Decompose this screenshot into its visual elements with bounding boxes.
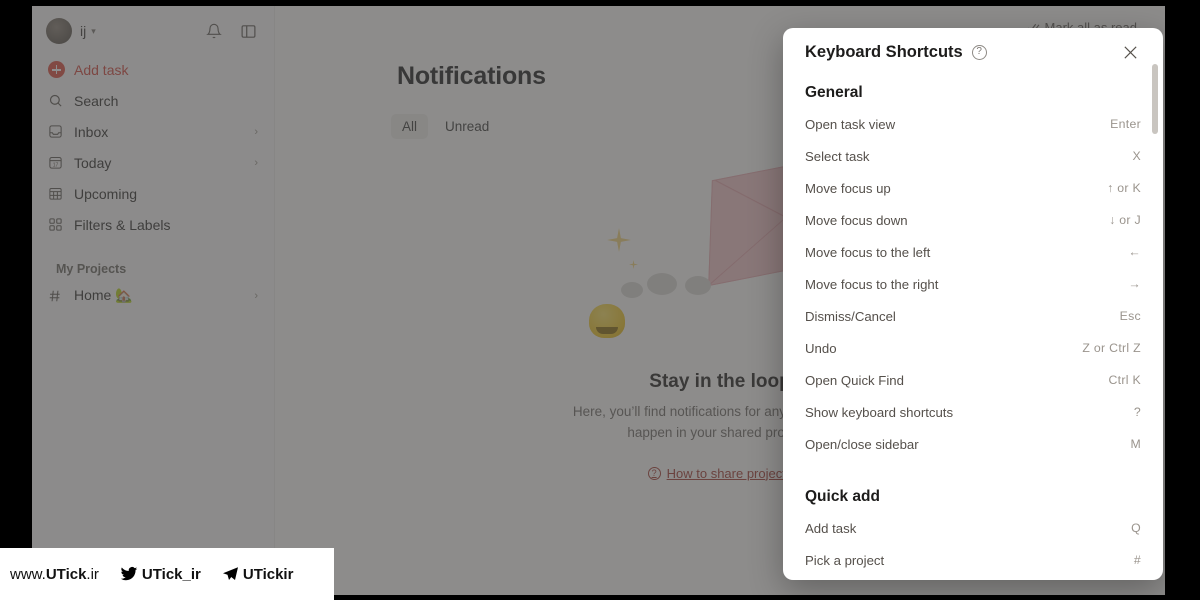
dialog-header: Keyboard Shortcuts ?	[783, 28, 1163, 76]
group-title-quick-add: Quick add	[805, 488, 880, 505]
keyboard-shortcuts-dialog: Keyboard Shortcuts ? General Open task v…	[783, 28, 1163, 580]
shortcut-row: Open/close sidebar M	[805, 428, 1141, 460]
close-icon[interactable]	[1119, 41, 1141, 63]
shortcut-label: Undo	[805, 340, 837, 356]
shortcut-keys: #	[1133, 553, 1141, 567]
shortcut-label: Move focus to the left	[805, 244, 931, 260]
group-title-general: General	[805, 84, 863, 101]
watermark-telegram-handle: UTickir	[242, 565, 294, 583]
watermark-website: www. UTick .ir	[10, 566, 99, 583]
shortcut-keys: Z or Ctrl Z	[1082, 341, 1141, 355]
telegram-plane-icon	[221, 565, 240, 583]
shortcut-label: Add task	[805, 520, 857, 536]
shortcut-label: Move focus down	[805, 212, 908, 228]
watermark-site-mid: UTick	[45, 565, 87, 583]
shortcut-row: Show keyboard shortcuts ?	[805, 396, 1141, 428]
shortcut-label: Show keyboard shortcuts	[805, 404, 954, 420]
shortcut-row: Move focus down ↓ or J	[805, 204, 1141, 236]
question-mark-circle-icon[interactable]: ?	[971, 44, 987, 60]
shortcut-row: Open task view Enter	[805, 108, 1141, 140]
shortcut-row: Dismiss/Cancel Esc	[805, 300, 1141, 332]
shortcut-label: Select task	[805, 148, 870, 164]
shortcut-keys: Ctrl K	[1108, 373, 1141, 387]
frame-border-left	[0, 0, 32, 600]
dialog-title: Keyboard Shortcuts	[805, 42, 963, 61]
shortcut-keys: Q	[1131, 521, 1141, 535]
shortcut-keys: X	[1132, 149, 1141, 163]
shortcut-label: Pick a project	[805, 552, 885, 568]
shortcut-keys: Enter	[1110, 117, 1141, 131]
shortcut-label: Open/close sidebar	[805, 436, 919, 452]
shortcut-label: Open task view	[805, 116, 896, 132]
shortcut-keys: ?	[1133, 405, 1141, 419]
watermark-twitter-handle: UTick_ir	[141, 565, 201, 583]
shortcut-keys: ↑ or K	[1107, 181, 1141, 195]
shortcut-row: Move focus to the right →	[805, 268, 1141, 300]
shortcut-keys: →	[1128, 277, 1141, 291]
frame-border-right	[1165, 0, 1200, 600]
watermark-site-pre: www.	[10, 565, 46, 583]
shortcut-keys: ↓ or J	[1109, 213, 1141, 227]
dialog-body[interactable]: General Open task view Enter Select task…	[783, 76, 1163, 580]
shortcut-keys: M	[1130, 437, 1141, 451]
screenshot-root: ij ▾	[0, 0, 1200, 600]
dialog-scrollbar-thumb[interactable]	[1152, 64, 1158, 134]
shortcut-row: Undo Z or Ctrl Z	[805, 332, 1141, 364]
shortcut-keys: ←	[1128, 245, 1141, 259]
shortcut-keys: Esc	[1119, 309, 1141, 323]
shortcut-label: Move focus up	[805, 180, 891, 196]
shortcut-row: Move focus to the left ←	[805, 236, 1141, 268]
frame-border-top	[0, 0, 1200, 6]
watermark-bar: www. UTick .ir UTick_ir UTickir	[0, 548, 334, 600]
watermark-site-post: .ir	[86, 565, 99, 583]
shortcut-label: Open Quick Find	[805, 372, 904, 388]
shortcut-row: Open Quick Find Ctrl K	[805, 364, 1141, 396]
watermark-telegram: UTickir	[221, 565, 294, 583]
shortcut-row: Select task X	[805, 140, 1141, 172]
twitter-bird-icon	[119, 565, 139, 583]
shortcut-row: Pick a project #	[805, 544, 1141, 576]
shortcut-row: Add task Q	[805, 512, 1141, 544]
shortcut-label: Move focus to the right	[805, 276, 939, 292]
shortcut-label: Dismiss/Cancel	[805, 308, 896, 324]
shortcut-row: Move focus up ↑ or K	[805, 172, 1141, 204]
watermark-twitter: UTick_ir	[119, 565, 201, 583]
